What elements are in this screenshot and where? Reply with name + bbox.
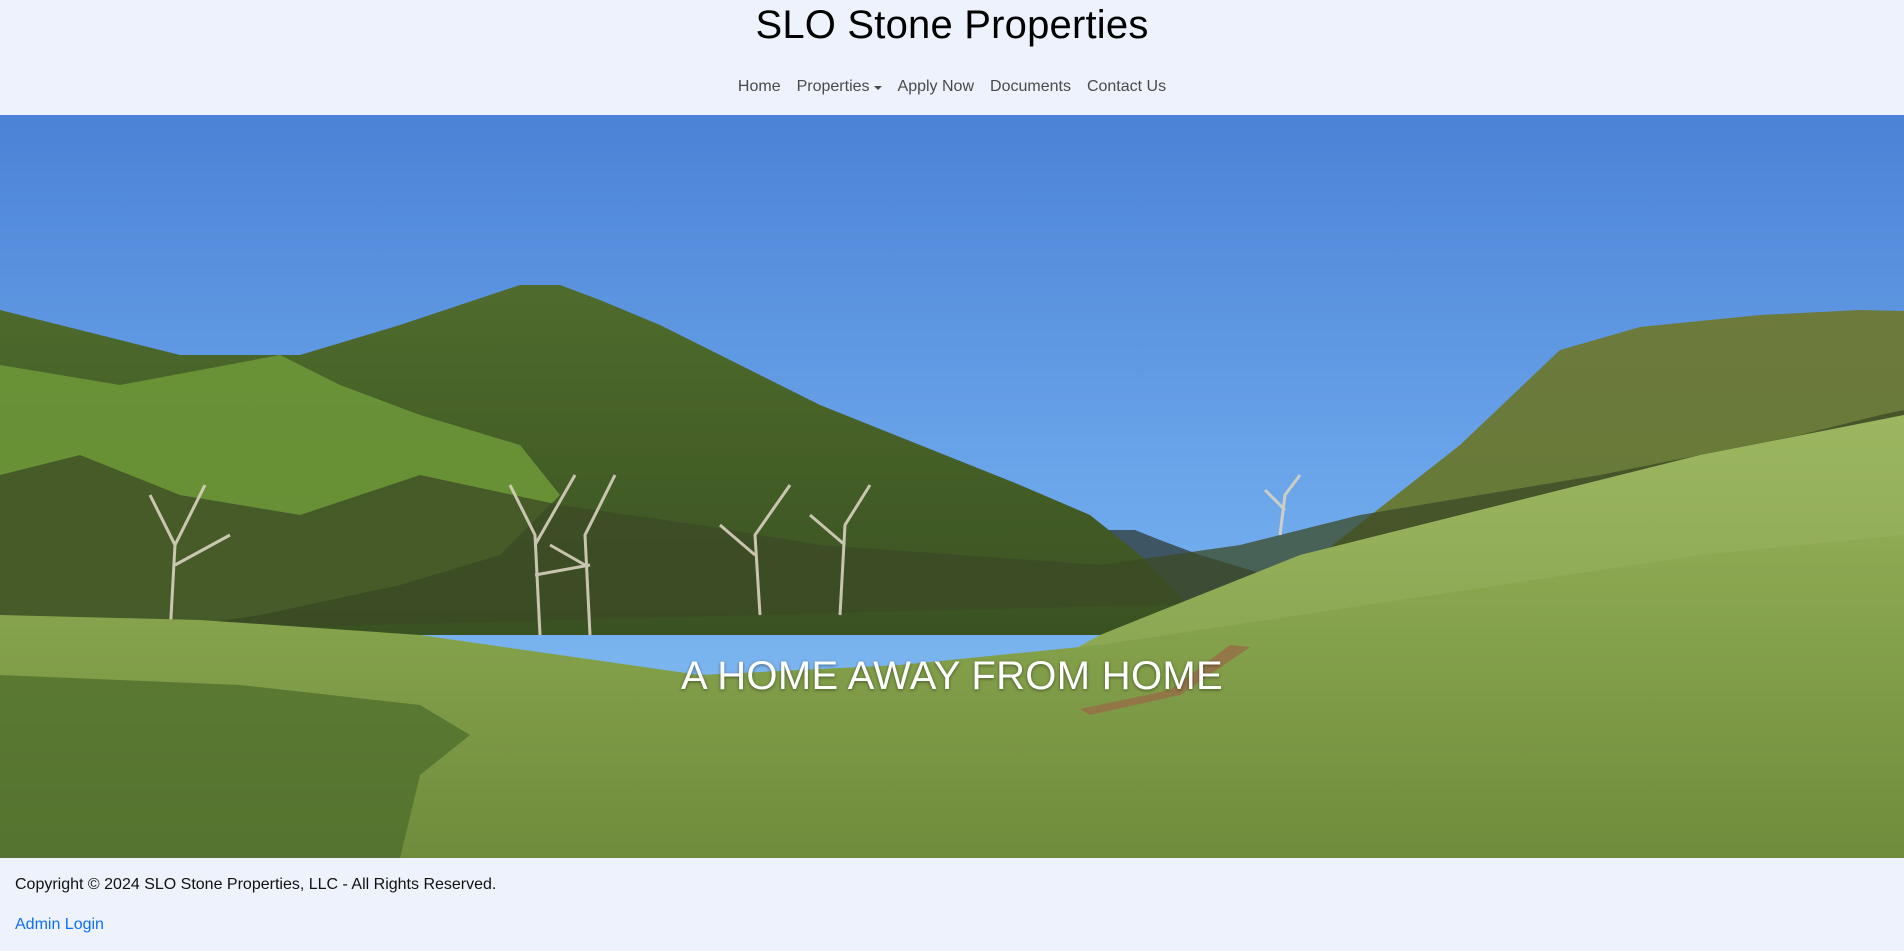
hero-banner: A HOME AWAY FROM HOME bbox=[0, 115, 1904, 858]
nav-properties-dropdown[interactable]: Properties bbox=[789, 75, 890, 99]
hero-landscape-image bbox=[0, 115, 1904, 858]
main-nav: Home Properties Apply Now Documents Cont… bbox=[0, 75, 1904, 99]
site-header: SLO Stone Properties Home Properties App… bbox=[0, 0, 1904, 115]
caret-down-icon bbox=[873, 86, 882, 90]
copyright-text: Copyright © 2024 SLO Stone Properties, L… bbox=[15, 876, 497, 893]
nav-contact-us[interactable]: Contact Us bbox=[1079, 75, 1174, 99]
site-title: SLO Stone Properties bbox=[755, 3, 1149, 47]
hero-tagline: A HOME AWAY FROM HOME bbox=[681, 654, 1223, 698]
nav-home[interactable]: Home bbox=[730, 75, 789, 99]
nav-documents[interactable]: Documents bbox=[982, 75, 1079, 99]
site-footer: Copyright © 2024 SLO Stone Properties, L… bbox=[0, 858, 1904, 951]
admin-login-link[interactable]: Admin Login bbox=[15, 916, 104, 934]
nav-properties-label: Properties bbox=[796, 78, 870, 95]
nav-apply-now[interactable]: Apply Now bbox=[890, 75, 982, 99]
